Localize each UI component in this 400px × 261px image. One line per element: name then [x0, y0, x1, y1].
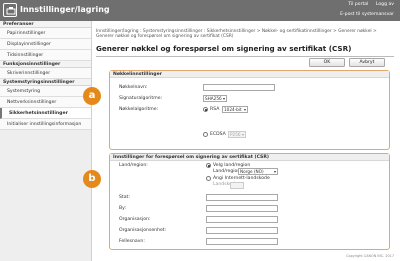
rsa-radio[interactable] — [203, 107, 208, 112]
sidebar-section-system: Systemstyringsinnstillinger — [0, 79, 91, 86]
country-select[interactable]: Norge (NO) ▾ — [238, 168, 278, 175]
main-content: Innstillinger/lagring : Systemstyringsin… — [96, 21, 394, 261]
mail-admin-link[interactable]: E-post til systemansvar — [340, 12, 394, 17]
sidebar-item-network[interactable]: Nettverksinnstillinger — [0, 97, 91, 108]
choose-country-radio[interactable] — [206, 163, 211, 168]
ecdsa-curve-value: P256 — [230, 132, 241, 137]
page-title: Generer nøkkel og forespørsel om signeri… — [96, 44, 394, 57]
callout-badge-b: b — [83, 170, 101, 188]
rsa-label: RSA — [210, 107, 220, 112]
chevron-down-icon: ▾ — [241, 132, 244, 137]
sidebar-item-printer[interactable]: Skriverinnstillinger — [0, 68, 91, 79]
sidebar-item-system-management[interactable]: Systemstyring — [0, 86, 91, 97]
organization-input[interactable] — [206, 216, 278, 223]
sidebar-item-security[interactable]: Sikkerhetsinnstillinger — [0, 108, 91, 119]
city-label: By: — [119, 206, 127, 211]
country-value: Norge (NO) — [240, 169, 264, 174]
copyright: Copyright CANON INC. 2017 — [346, 254, 394, 258]
state-input[interactable] — [206, 194, 278, 201]
ecdsa-curve-select: P256 ▾ — [228, 131, 246, 138]
callout-badge-a: a — [83, 87, 101, 105]
key-name-label: Nøkkelnavn: — [119, 85, 148, 90]
organization-unit-label: Organisasjonsenhet: — [119, 228, 167, 233]
key-settings-panel: Nøkkelinnstillinger Nøkkelnavn: Signatur… — [109, 70, 390, 150]
chevron-down-icon: ▾ — [273, 169, 276, 174]
logout-link[interactable]: Logg av — [376, 2, 394, 7]
country-code-input — [230, 182, 244, 189]
state-label: Stat: — [119, 195, 130, 200]
signature-algorithm-value: SHA256 — [205, 96, 222, 101]
chevron-down-icon: ▾ — [243, 107, 246, 112]
sidebar-section-preferences: Preferanser — [0, 21, 91, 28]
key-name-input[interactable] — [203, 84, 275, 91]
chevron-down-icon: ▾ — [222, 96, 225, 101]
ecdsa-label: ECDSA — [210, 132, 226, 137]
city-input[interactable] — [206, 205, 278, 212]
organization-label: Organisasjon: — [119, 217, 151, 222]
signature-algorithm-label: Signaturalgoritme: — [119, 96, 163, 101]
sidebar-section-function: Funksjonsinnstillinger — [0, 61, 91, 68]
key-settings-title: Nøkkelinnstillinger — [110, 71, 389, 78]
settings-app-icon — [3, 3, 17, 17]
sidebar: Preferanser Papirinnstillinger Displayin… — [0, 21, 92, 261]
internet-code-label: Angi Internett-landskode — [213, 176, 270, 181]
signature-algorithm-select[interactable]: SHA256 ▾ — [203, 95, 227, 102]
csr-settings-title: Innstillinger for forespørsel om signeri… — [110, 154, 389, 161]
country-region-label: Land/region: — [119, 163, 148, 168]
common-name-label: Fellesnavn: — [119, 239, 145, 244]
ok-button[interactable]: OK — [309, 58, 345, 67]
ecdsa-radio[interactable] — [203, 132, 208, 137]
organization-unit-input[interactable] — [206, 227, 278, 234]
common-name-input[interactable] — [206, 238, 278, 245]
rsa-bits-value: 1024-bit — [224, 107, 242, 112]
portal-link[interactable]: Til portal — [348, 2, 368, 7]
csr-settings-panel: Innstillinger for forespørsel om signeri… — [109, 153, 390, 250]
sidebar-item-initialize[interactable]: Initialiser innstillingsinformasjon — [0, 119, 91, 130]
sidebar-item-display[interactable]: Displayinnstillinger — [0, 39, 91, 50]
sidebar-item-time[interactable]: Tidsinnstillinger — [0, 50, 91, 61]
app-header: Innstillinger/lagring Til portal Logg av… — [0, 0, 400, 21]
sidebar-item-paper[interactable]: Papirinnstillinger — [0, 28, 91, 39]
key-algorithm-label: Nøkkelalgoritme: — [119, 107, 159, 112]
app-title: Innstillinger/lagring — [20, 5, 110, 14]
breadcrumb[interactable]: Innstillinger/lagring : Systemstyringsin… — [96, 29, 394, 40]
rsa-bits-select[interactable]: 1024-bit ▾ — [222, 106, 248, 113]
internet-code-radio[interactable] — [206, 176, 211, 181]
top-links: Til portal Logg av — [342, 2, 394, 7]
cancel-button[interactable]: Avbryt — [349, 58, 385, 67]
